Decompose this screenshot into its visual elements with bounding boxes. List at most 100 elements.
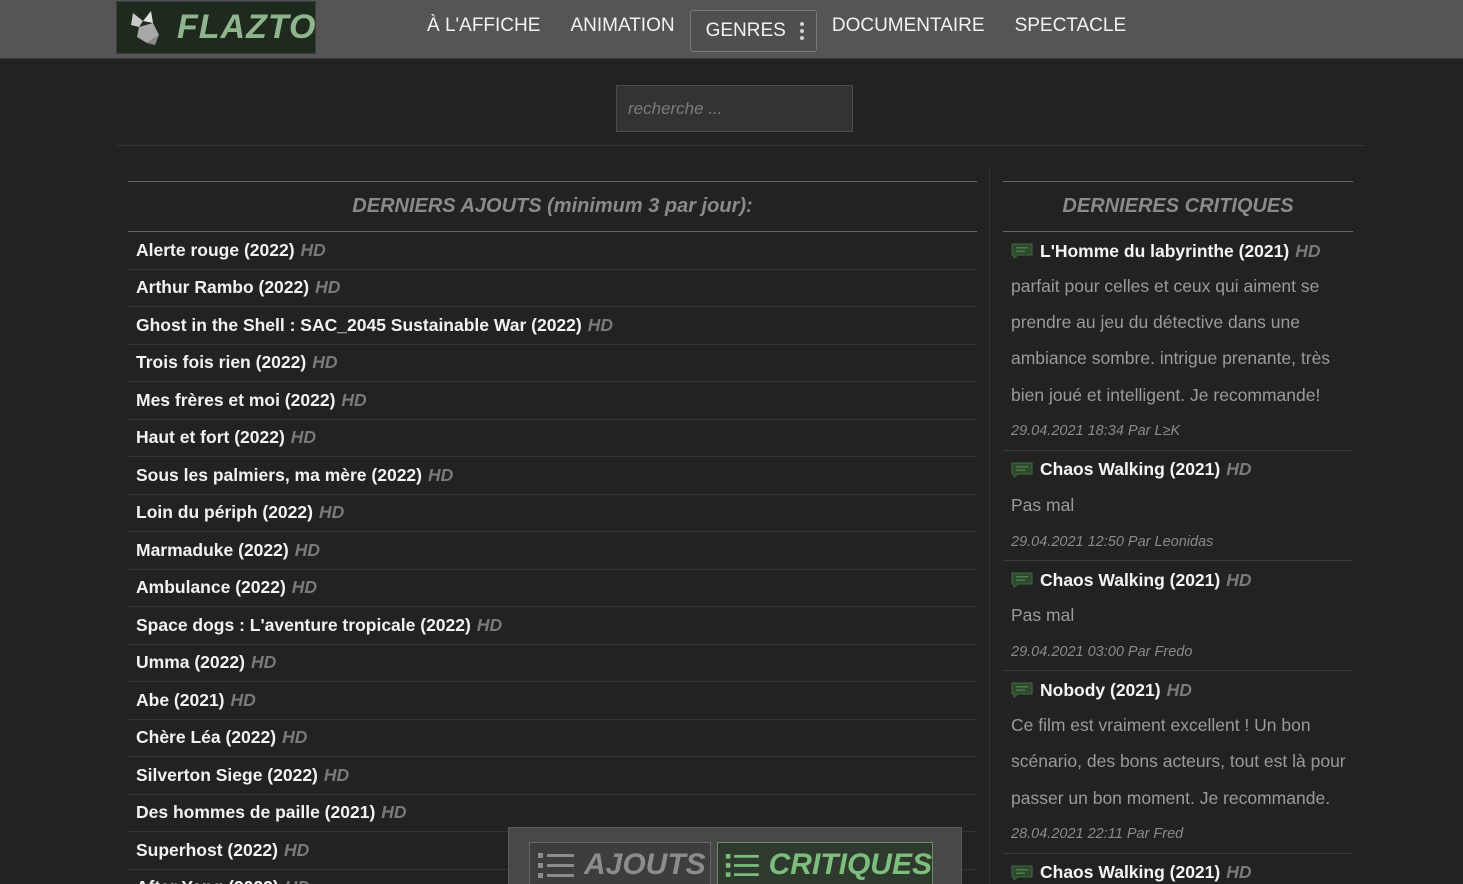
rabbit-logo-icon [125,7,167,49]
main-nav: À L'AFFICHE ANIMATION GENRES DOCUMENTAIR… [412,0,1141,52]
latest-reviews-panel: DERNIERES CRITIQUES L'Homme du labyrinth… [1003,181,1353,884]
hd-badge: HD [312,352,338,373]
tab-critiques[interactable]: CRITIQUES [717,842,933,884]
comment-icon [1011,243,1033,259]
list-item[interactable]: Sous les palmiers, ma mère (2022) HD [128,457,977,495]
hd-badge: HD [230,689,256,710]
movie-title-link[interactable]: Marmaduke (2022) [136,540,289,561]
movie-title-link[interactable]: Umma (2022) [136,652,245,673]
hd-badge: HD [323,764,350,785]
review-movie-title[interactable]: Chaos Walking (2021) [1040,862,1220,883]
list-icon [725,853,759,877]
nav-animation[interactable]: ANIMATION [555,5,689,47]
movie-title-link[interactable]: Abe (2021) [136,690,225,711]
divider [116,145,1365,146]
list-item[interactable]: Marmaduke (2022) HD [128,532,977,570]
list-item[interactable]: Ghost in the Shell : SAC_2045 Sustainabl… [128,307,977,345]
movie-title-link[interactable]: Space dogs : L'aventure tropicale (2022) [136,615,471,636]
review-text-line: bien joué et intelligent. Je recommande! [1011,384,1321,405]
hd-badge: HD [294,539,320,560]
review-title-row[interactable]: Chaos Walking (2021) HD [1011,451,1353,487]
nav-documentaire[interactable]: DOCUMENTAIRE [817,5,1000,47]
list-item[interactable]: Alerte rouge (2022) HD [128,232,977,270]
list-icon [538,852,574,878]
movie-title-link[interactable]: Des hommes de paille (2021) [136,802,375,823]
review-text-line: passer un bon moment. Je recommande. [1011,787,1331,808]
review-title-row[interactable]: Nobody (2021) HD [1011,671,1353,707]
list-item[interactable]: Loin du périph (2022) HD [128,495,977,532]
movie-title-link[interactable]: Trois fois rien (2022) [136,352,306,373]
tab-ajouts[interactable]: AJOUTS [529,842,711,884]
list-item[interactable]: Haut et fort (2022) HD [128,420,977,457]
review-movie-title[interactable]: Nobody (2021) [1040,680,1161,701]
list-item[interactable]: Abe (2021) HD [128,682,977,720]
review-text: parfait pour celles et ceux qui aiment s… [1011,268,1353,413]
nav-a-laffiche[interactable]: À L'AFFICHE [412,5,555,47]
search-input[interactable] [616,85,853,132]
movie-title-link[interactable]: Alerte rouge (2022) [136,240,295,261]
movie-title-link[interactable]: After Yang (2022) [136,877,279,884]
hd-badge: HD [290,427,317,448]
latest-additions-list: Alerte rouge (2022) HD Arthur Rambo (2022)… [128,232,977,884]
list-item[interactable]: Silverton Siege (2022) HD [128,757,977,795]
hd-badge: HD [315,277,341,298]
nav-spectacle[interactable]: SPECTACLE [1000,5,1142,47]
review-meta: 29.04.2021 18:34 Par L≥K [1011,423,1181,440]
hd-badge: HD [381,802,407,823]
latest-additions-panel: DERNIERS AJOUTS (minimum 3 par jour): Al… [128,181,977,884]
movie-title-link[interactable]: Arthur Rambo (2022) [136,277,309,298]
review-title-row[interactable]: L'Homme du labyrinthe (2021) HD [1011,232,1353,268]
list-item[interactable]: Arthur Rambo (2022) HD [128,270,977,307]
list-item[interactable]: Chère Léa (2022) HD [128,720,977,757]
bottom-tab-bar: AJOUTS CRITIQUES [508,827,962,884]
list-item[interactable]: Space dogs : L'aventure tropicale (2022)… [128,607,977,645]
review-text: Ce film est vraiment excellent ! Un bon s… [1011,707,1353,816]
review-text-line: prendre au jeu du détective dans une [1011,312,1300,333]
hd-badge: HD [250,652,277,673]
movie-title-link[interactable]: Haut et fort (2022) [136,427,285,448]
review-movie-title[interactable]: Chaos Walking (2021) [1040,459,1220,480]
movie-title-link[interactable]: Chère Léa (2022) [136,727,276,748]
list-item[interactable]: Ambulance (2022) HD [128,570,977,607]
movie-title-link[interactable]: Mes frères et moi (2022) [136,390,335,411]
latest-reviews-heading: DERNIERES CRITIQUES [1003,181,1353,232]
movie-title-link[interactable]: Superhost (2022) [136,840,278,861]
review-text-line: parfait pour celles et ceux qui aiment s… [1011,276,1320,296]
tab-critiques-label: CRITIQUES [768,847,932,881]
hd-badge: HD [1166,679,1192,700]
movie-title-link[interactable]: Loin du périph (2022) [136,502,313,523]
review-title-row[interactable]: Chaos Walking (2021) HD [1011,561,1353,597]
column-divider [989,170,990,884]
list-item[interactable]: Mes frères et moi (2022) HD [128,382,977,420]
review-movie-title[interactable]: L'Homme du labyrinthe (2021) [1040,241,1289,262]
movie-title-link[interactable]: Ghost in the Shell : SAC_2045 Sustainabl… [136,315,582,336]
hd-badge: HD [476,614,503,635]
hd-badge: HD [285,877,310,884]
comment-icon [1011,682,1033,699]
movie-title-link[interactable]: Silverton Siege (2022) [136,765,318,786]
hd-badge: HD [427,464,454,485]
tab-ajouts-label: AJOUTS [584,847,706,881]
list-item[interactable]: Trois fois rien (2022) HD [128,345,977,382]
movie-title-link[interactable]: Sous les palmiers, ma mère (2022) [136,465,422,486]
comment-icon [1011,865,1033,881]
review-text-line: Pas mal [1011,494,1075,515]
list-item[interactable]: Umma (2022) HD [128,645,977,682]
review-text-line: Pas mal [1011,605,1075,626]
hd-badge: HD [283,839,310,860]
site-logo[interactable]: FLAZTO [116,1,316,54]
comment-icon [1011,572,1033,589]
nav-genres-dropdown[interactable]: GENRES [689,9,817,52]
review-text-line: scénario, des bons acteurs, tout est là … [1011,751,1346,772]
hd-badge: HD [318,502,345,523]
hd-badge: HD [341,389,367,410]
review-title-row[interactable]: Chaos Walking (2021) HD [1011,854,1353,884]
review-meta: 28.04.2021 22:11 Par Fred [1011,826,1184,843]
review-item: Chaos Walking (2021) HD Pas mal 29.04.2021 … [1003,561,1353,672]
review-text: Pas mal [1011,487,1353,523]
logo-text: FLAZTO [177,8,317,46]
review-text-line: ambiance sombre. intrigue prenante, très [1011,348,1331,369]
review-movie-title[interactable]: Chaos Walking (2021) [1040,570,1220,591]
more-vertical-icon [799,21,804,40]
movie-title-link[interactable]: Ambulance (2022) [136,577,286,598]
